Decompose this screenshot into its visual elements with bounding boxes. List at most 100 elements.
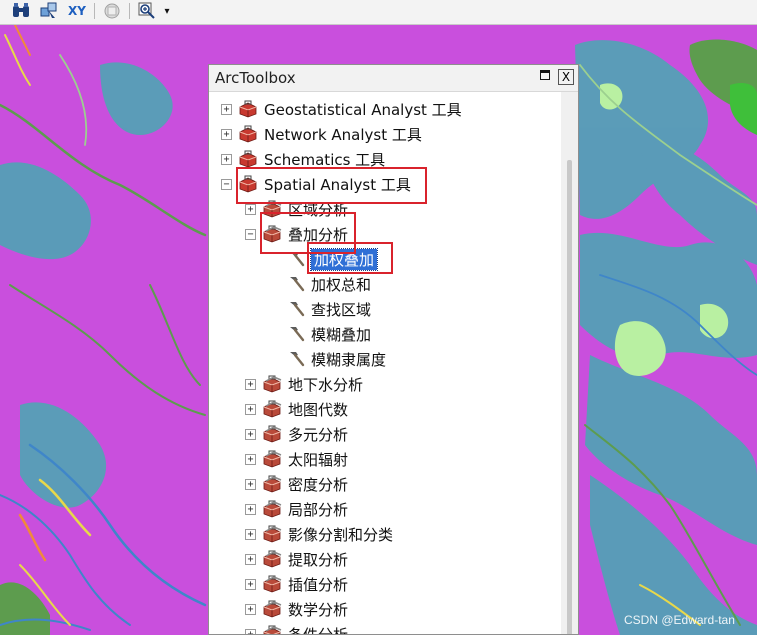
tree-expander[interactable]: + [221,153,232,165]
toolset-icon [262,425,282,443]
toolbar-separator [94,3,95,19]
toolbox-icon [238,125,258,143]
tree-item[interactable]: + Geostatistical Analyst 工具 [221,97,462,121]
hammer-icon [287,250,305,268]
tree-expander[interactable]: + [245,628,256,634]
tree-expander[interactable]: + [245,503,256,515]
arctoolbox-titlebar[interactable]: ArcToolbox X [209,65,578,92]
hammer-icon [287,300,305,318]
tree-expander[interactable]: + [245,528,256,540]
toolbar-dropdown-icon[interactable]: ▾ [161,1,173,21]
tree-item[interactable]: + 数学分析 [245,597,348,621]
tree-item[interactable]: − Spatial Analyst 工具 [221,172,411,196]
tree-item[interactable]: − 叠加分析 [245,222,348,246]
tree-item-label: 太阳辐射 [288,450,349,469]
tree-item-label: 叠加分析 [288,225,349,244]
tree-expander[interactable]: + [245,378,256,390]
tree-item[interactable]: + 影像分割和分类 [245,522,393,546]
toolset-icon [262,225,282,243]
toolset-icon [262,525,282,543]
tree-expander[interactable]: + [245,578,256,590]
watermark: CSDN @Edward-tan [624,613,735,627]
tree-item[interactable]: + 密度分析 [245,472,348,496]
arctoolbox-title: ArcToolbox [215,69,296,87]
toolbox-tree: + Geostatistical Analyst 工具 + Network Analy… [209,92,561,635]
tree-item-label: 插值分析 [288,575,349,594]
toolset-icon [262,375,282,393]
tree-item-label: Network Analyst 工具 [264,125,422,144]
tree-item-label: 局部分析 [288,500,349,519]
close-button[interactable]: X [558,69,574,85]
scrollbar-thumb[interactable] [567,160,572,634]
toolset-icon [262,575,282,593]
tree-item-label: 加权总和 [311,275,372,294]
tree-expander[interactable]: + [245,453,256,465]
tree-expander[interactable]: + [245,203,256,215]
tree-item-label: 查找区域 [311,300,372,319]
tree-item-label: 数学分析 [288,600,349,619]
tree-item-label: 多元分析 [288,425,349,444]
tree-item-label: Geostatistical Analyst 工具 [264,100,462,119]
tree-item-label: 影像分割和分类 [288,525,394,544]
toolset-icon [262,550,282,568]
tree-item-label: 地下水分析 [288,375,364,394]
tree-expander[interactable]: + [245,403,256,415]
tree-item-label: 模糊隶属度 [311,350,387,369]
selected-tree-label: 加权叠加 [309,247,379,271]
vertical-scrollbar[interactable] [561,92,578,634]
toolset-icon [262,625,282,634]
select-features-icon[interactable] [38,1,60,21]
toolbox-icon [238,175,258,193]
tree-item[interactable]: + 区域分析 [245,197,348,221]
tree-expander[interactable]: + [245,603,256,615]
tree-item-label: 提取分析 [288,550,349,569]
tree-item[interactable]: 加权叠加 [287,247,379,271]
toolbox-icon [238,100,258,118]
tree-item[interactable]: + 太阳辐射 [245,447,348,471]
maximize-icon[interactable] [539,69,553,83]
arctoolbox-window: ArcToolbox X + Geostatistical Analyst 工具 +… [208,64,579,635]
tree-item[interactable]: + 条件分析 [245,622,349,635]
tree-item[interactable]: + 地图代数 [245,397,348,421]
tree-item-label: Schematics 工具 [264,150,386,169]
toolbox-icon [238,150,258,168]
toolset-icon [262,600,282,618]
tree-item-label: 条件分析 [288,625,349,635]
hammer-icon [287,325,305,343]
toolset-icon [262,500,282,518]
tree-expander[interactable]: + [221,128,232,140]
tree-item-label: 地图代数 [288,400,349,419]
tree-expander[interactable]: + [245,478,256,490]
tree-item[interactable]: 模糊叠加 [287,322,371,346]
tree-item[interactable]: + 地下水分析 [245,372,363,396]
tree-item-label: Spatial Analyst 工具 [264,175,411,194]
tree-item-label: 区域分析 [288,200,349,219]
tree-expander[interactable]: − [245,228,256,240]
toolbar-separator [129,3,130,19]
tree-item[interactable]: + 插值分析 [245,572,348,596]
disabled-tool-icon [101,1,123,21]
go-to-xy-icon[interactable]: XY [66,1,88,21]
tree-item[interactable]: + 多元分析 [245,422,348,446]
toolset-icon [262,475,282,493]
tree-expander[interactable]: + [245,428,256,440]
tree-item-label: 模糊叠加 [311,325,372,344]
binoculars-icon[interactable] [10,1,32,21]
tree-item[interactable]: 加权总和 [287,272,371,296]
tree-item[interactable]: + 提取分析 [245,547,348,571]
tree-expander[interactable]: + [245,553,256,565]
toolset-icon [262,400,282,418]
tree-expander[interactable]: + [221,103,232,115]
toolset-icon [262,450,282,468]
zoom-window-icon[interactable] [136,1,158,21]
tree-item-label: 密度分析 [288,475,349,494]
tree-item[interactable]: 查找区域 [287,297,371,321]
tree-item[interactable]: 模糊隶属度 [287,347,386,371]
hammer-icon [287,350,305,368]
tree-item[interactable]: + 局部分析 [245,497,348,521]
toolset-icon [262,200,282,218]
tree-item[interactable]: + Network Analyst 工具 [221,122,422,146]
tree-item[interactable]: + Schematics 工具 [221,147,385,171]
main-toolbar: XY ▾ [0,0,757,25]
tree-expander[interactable]: − [221,178,232,190]
